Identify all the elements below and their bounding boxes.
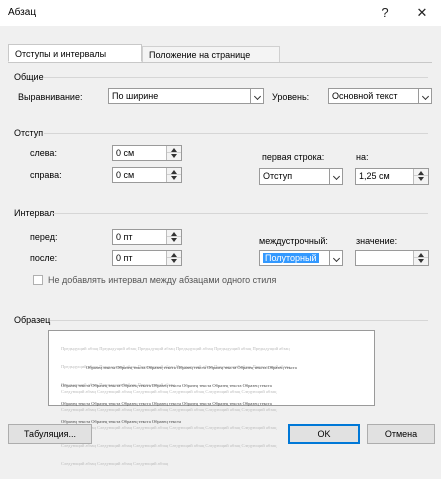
- dialog-title: Абзац: [8, 7, 37, 18]
- tab-line-page-breaks[interactable]: Положение на странице: [142, 46, 280, 62]
- spacing-after-value: 0 пт: [116, 253, 133, 263]
- indent-left-value: 0 см: [116, 148, 135, 158]
- chevron-down-icon[interactable]: [250, 89, 263, 103]
- preview-line: Образец текста Образец текста Образец те…: [86, 365, 297, 370]
- dont-add-space-checkbox[interactable]: [33, 275, 43, 285]
- help-icon[interactable]: ?: [374, 3, 396, 23]
- level-select[interactable]: Основной текст: [328, 88, 432, 104]
- section-divider: [52, 213, 428, 214]
- preview-line: Следующий абзац Следующий абзац Следующи…: [61, 389, 277, 394]
- level-value: Основной текст: [332, 91, 398, 101]
- preview-line: Следующий абзац Следующий абзац Следующи…: [61, 407, 277, 412]
- preview-box: Предыдущий абзац Предыдущий абзац Предыд…: [48, 330, 375, 466]
- section-divider: [44, 133, 428, 134]
- by-value: 1,25 см: [359, 171, 390, 181]
- spinner-arrows-icon[interactable]: [413, 251, 428, 265]
- indent-right-value: 0 см: [116, 170, 135, 180]
- indent-right-input[interactable]: 0 см: [112, 167, 182, 183]
- alignment-label: Выравнивание:: [18, 92, 83, 102]
- spinner-arrows-icon[interactable]: [166, 230, 181, 244]
- line-spacing-select[interactable]: Полуторный: [259, 250, 343, 266]
- cancel-button[interactable]: Отмена: [367, 424, 435, 444]
- line-spacing-label: междустрочный:: [259, 236, 328, 246]
- spinner-arrows-icon[interactable]: [413, 169, 428, 184]
- first-line-label: первая строка:: [262, 152, 325, 162]
- at-label: значение:: [356, 236, 398, 246]
- spacing-before-input[interactable]: 0 пт: [112, 229, 182, 245]
- chevron-down-icon[interactable]: [329, 169, 342, 184]
- section-spacing-header: Интервал: [14, 208, 55, 218]
- ok-button[interactable]: OK: [288, 424, 360, 444]
- dont-add-space-label[interactable]: Не добавлять интервал между абзацами одн…: [48, 275, 276, 285]
- spinner-arrows-icon[interactable]: [166, 251, 181, 265]
- spacing-before-label: перед:: [30, 232, 58, 242]
- preview-line: Следующий абзац Следующий абзац Следующи…: [61, 461, 169, 466]
- spacing-after-input[interactable]: 0 пт: [112, 250, 182, 266]
- spinner-arrows-icon[interactable]: [166, 168, 181, 182]
- first-line-select[interactable]: Отступ: [259, 168, 343, 185]
- tab-indents-spacing[interactable]: Отступы и интервалы: [8, 44, 142, 62]
- at-input[interactable]: [355, 250, 429, 266]
- line-spacing-value: Полуторный: [263, 253, 319, 263]
- chevron-down-icon[interactable]: [329, 251, 342, 265]
- close-icon[interactable]: ✕: [411, 3, 433, 23]
- section-divider: [50, 320, 428, 321]
- by-input[interactable]: 1,25 см: [355, 168, 429, 185]
- first-line-value: Отступ: [263, 171, 293, 181]
- preview-line: Предыдущий абзац Предыдущий абзац Предыд…: [61, 346, 290, 351]
- alignment-select[interactable]: По ширине: [108, 88, 264, 104]
- spinner-arrows-icon[interactable]: [166, 146, 181, 160]
- spacing-after-label: после:: [30, 253, 58, 263]
- by-label: на:: [356, 152, 369, 162]
- tabs-button[interactable]: Табуляция...: [8, 424, 92, 444]
- level-label: Уровень:: [272, 92, 310, 102]
- section-preview-header: Образец: [14, 315, 51, 325]
- indent-left-input[interactable]: 0 см: [112, 145, 182, 161]
- chevron-down-icon[interactable]: [418, 89, 431, 103]
- spacing-before-value: 0 пт: [116, 232, 133, 242]
- section-indent-header: Отступ: [14, 128, 44, 138]
- alignment-value: По ширине: [112, 91, 159, 101]
- indent-left-label: слева:: [30, 148, 57, 158]
- indent-right-label: справа:: [30, 170, 62, 180]
- section-general-header: Общие: [14, 72, 44, 82]
- section-divider: [44, 77, 428, 78]
